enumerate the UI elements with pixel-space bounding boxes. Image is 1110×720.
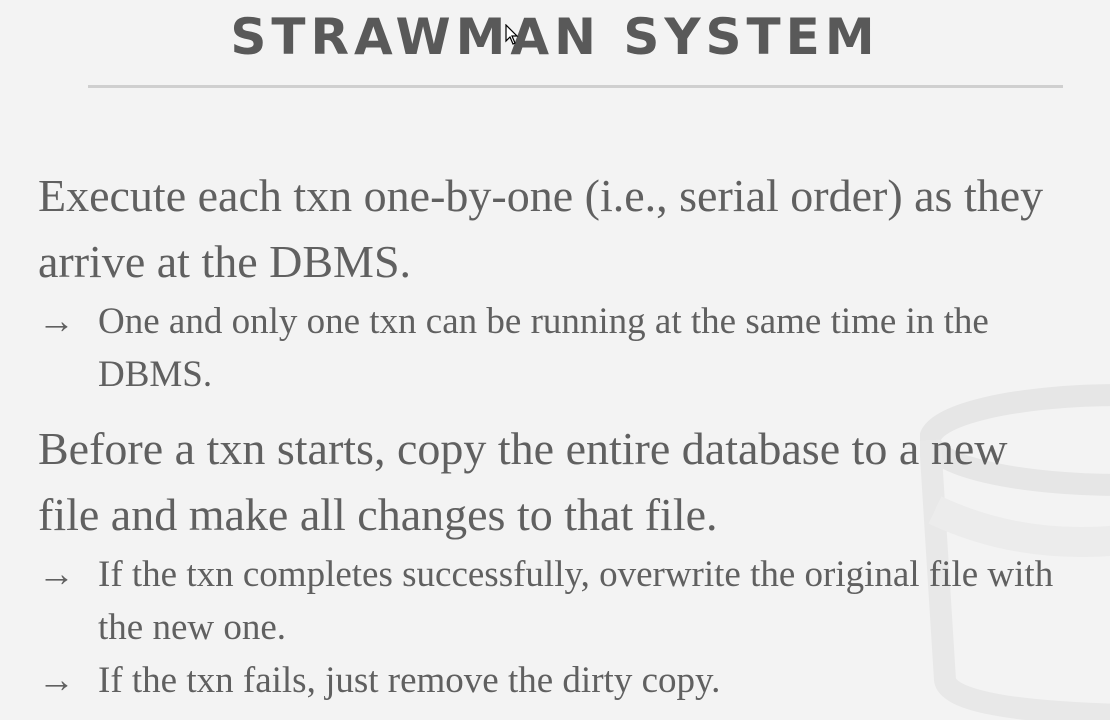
sub-bullet-text: If the txn fails, just remove the dirty … [98,660,721,701]
mouse-cursor-icon [505,24,519,45]
sub-bullet-text: One and only one txn can be running at t… [98,301,989,395]
bullet-2: Before a txn starts, copy the entire dat… [38,423,1008,540]
sub-bullet-2-1: → If the txn completes successfully, ove… [38,548,1088,654]
slide-title: STRAWMAN SYSTEM [230,8,880,66]
arrow-icon: → [38,301,75,342]
title-divider [88,85,1063,88]
arrow-icon: → [38,554,75,595]
arrow-icon: → [38,660,75,701]
bullet-1: Execute each txn one-by-one (i.e., seria… [38,170,1044,287]
sub-bullet-text: If the txn completes successfully, overw… [98,554,1054,648]
sub-bullet-1-1: → One and only one txn can be running at… [38,295,1108,401]
sub-bullet-2-2: → If the txn fails, just remove the dirt… [38,654,1108,707]
